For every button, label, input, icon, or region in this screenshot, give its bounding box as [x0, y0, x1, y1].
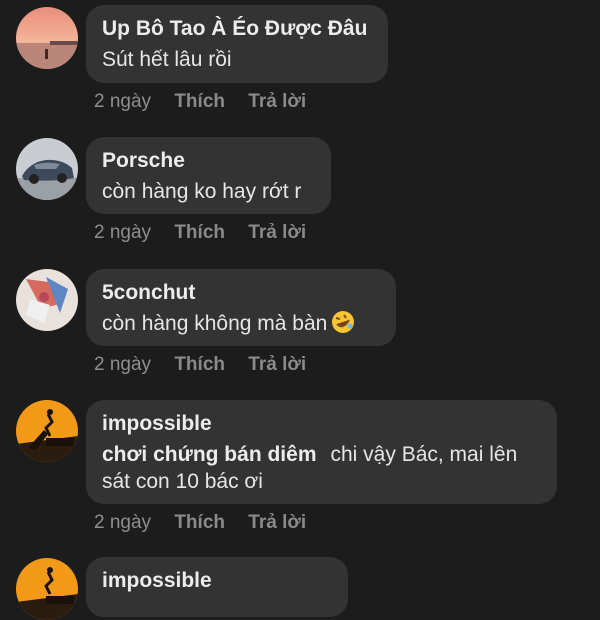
rolling-on-floor-laughing-emoji	[331, 310, 355, 341]
comment-actions: 2 ngày Thích Trả lời	[94, 222, 324, 244]
comment-bubble: Up Bô Tao À Éo Được Đâu Sút hết lâu rồi	[86, 5, 388, 83]
comment-text: chơi chứng bán diêm chi vậy Bác, mai lên …	[102, 441, 541, 495]
comment-bubble: impossible	[86, 557, 348, 617]
avatar[interactable]	[16, 7, 78, 69]
comment-bubble: Porsche còn hàng ko hay rớt r	[86, 137, 331, 214]
avatar[interactable]	[16, 269, 78, 331]
comment-author[interactable]: impossible	[102, 569, 332, 593]
reply-button[interactable]: Trả lời	[248, 91, 306, 112]
mention-link[interactable]: chơi chứng bán diêm	[102, 443, 317, 466]
comment-actions: 2 ngày Thích Trả lời	[94, 512, 324, 534]
comment-text: còn hàng ko hay rớt r	[102, 180, 302, 203]
like-button[interactable]: Thích	[174, 91, 225, 112]
reply-button[interactable]: Trả lời	[248, 354, 306, 375]
like-button[interactable]: Thích	[174, 222, 225, 243]
comment-text: còn hàng không mà bàn	[102, 310, 380, 341]
comment-author[interactable]: Up Bô Tao À Éo Được Đâu	[102, 17, 372, 41]
comment-actions: 2 ngày Thích Trả lời	[94, 91, 324, 113]
reply-button[interactable]: Trả lời	[248, 222, 306, 243]
comment-time: 2 ngày	[94, 354, 152, 375]
comment-bubble: 5conchut còn hàng không mà bàn	[86, 269, 396, 346]
comment-author[interactable]: Porsche	[102, 149, 315, 173]
avatar[interactable]	[16, 558, 78, 620]
avatar[interactable]	[16, 400, 78, 462]
comment-actions: 2 ngày Thích Trả lời	[94, 354, 324, 376]
comment-time: 2 ngày	[94, 512, 152, 533]
comment-bubble: impossible chơi chứng bán diêm chi vậy Bá…	[86, 400, 557, 504]
comment-author[interactable]: impossible	[102, 412, 541, 436]
comment-author[interactable]: 5conchut	[102, 281, 380, 305]
like-button[interactable]: Thích	[174, 512, 225, 533]
comment-time: 2 ngày	[94, 91, 152, 112]
comment-text-content: còn hàng không mà bàn	[102, 312, 328, 335]
reply-button[interactable]: Trả lời	[248, 512, 306, 533]
comment-text: Sút hết lâu rồi	[102, 48, 232, 71]
avatar[interactable]	[16, 138, 78, 200]
comment-time: 2 ngày	[94, 222, 152, 243]
like-button[interactable]: Thích	[174, 354, 225, 375]
